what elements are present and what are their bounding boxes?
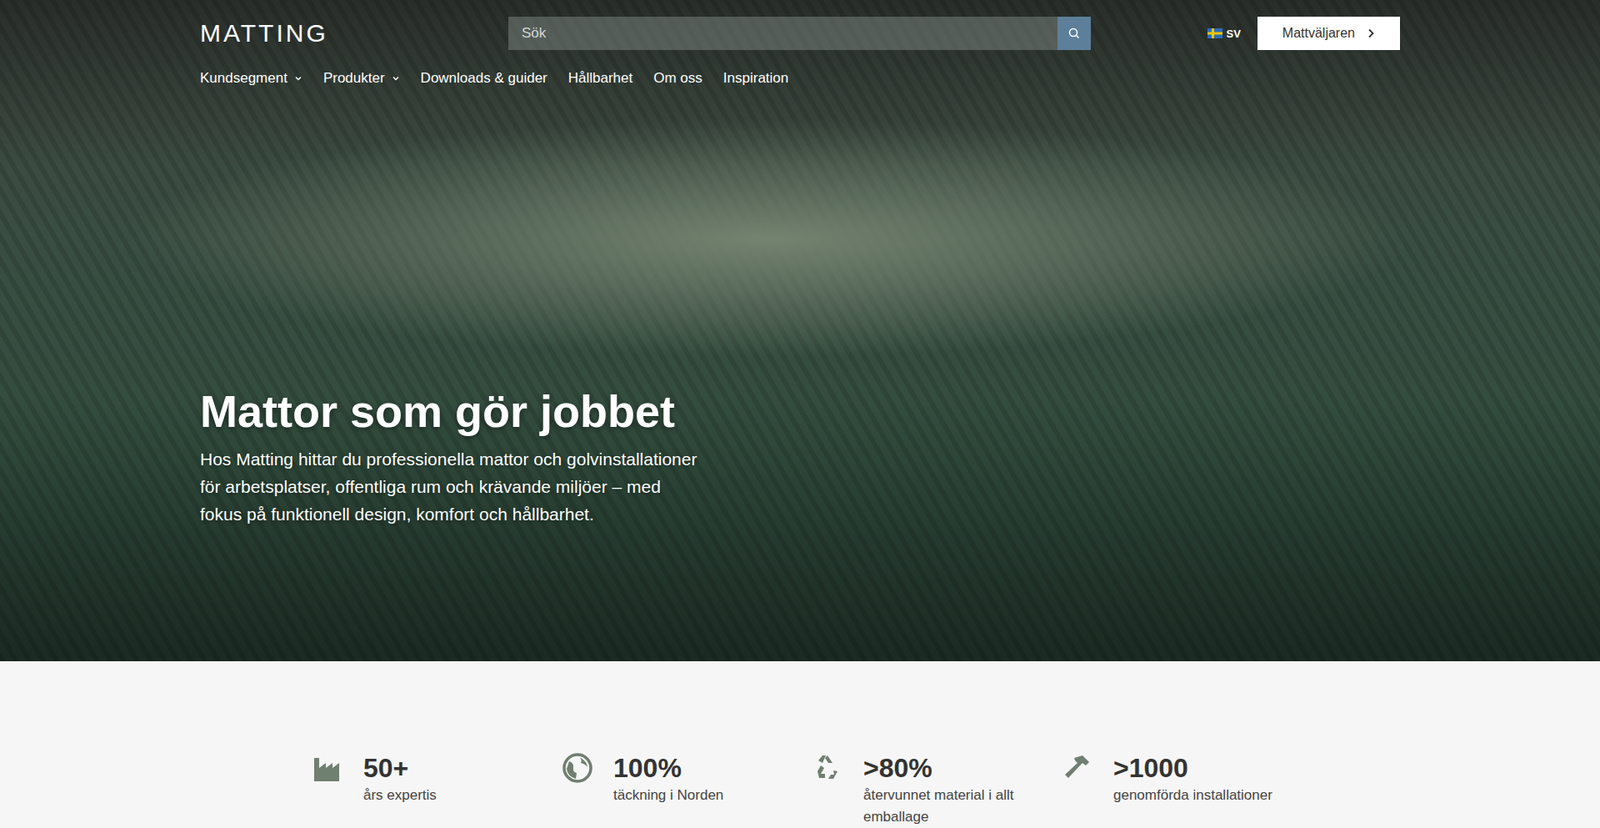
stat-item: >80% återvunnet material i allt emballag… (810, 750, 1061, 828)
stat-label: återvunnet material i allt emballage (863, 784, 1047, 828)
swedish-flag-icon (1207, 28, 1223, 39)
stat-item: 50+ års expertis (310, 750, 561, 828)
nav-item[interactable]: Produkter (323, 70, 400, 87)
stat-item: 100% täckning i Norden (560, 750, 811, 828)
header-actions: SV Mattväljaren (1090, 16, 1400, 50)
hero-title: Mattor som gör jobbet (200, 385, 1400, 437)
search-bar (508, 16, 1091, 50)
language-code: SV (1226, 27, 1241, 40)
nav-item[interactable]: Kundsegment (200, 70, 303, 87)
header: MATTING SV Mattväljaren (200, 0, 1400, 50)
main-nav: Kundsegment Produkter Downloads & guider… (200, 70, 1400, 87)
language-selector[interactable]: SV (1207, 27, 1241, 40)
nav-item[interactable]: Downloads & guider (420, 70, 548, 87)
factory-icon (310, 750, 345, 785)
stat-label: täckning i Norden (613, 784, 724, 806)
search-icon (1068, 27, 1080, 40)
stats-section: 50+ års expertis 100% täckning i Norden … (0, 660, 1600, 828)
page: MATTING SV Mattväljaren Kundsegment Prod… (0, 0, 1600, 828)
stat-item: >1000 genomförda installationer (1060, 750, 1311, 828)
stat-value: >80% (863, 750, 1047, 785)
nav-item[interactable]: Om oss (653, 70, 703, 87)
chevron-right-icon (1366, 28, 1375, 39)
hero-photo (0, 0, 1600, 661)
recycle-icon (810, 750, 845, 785)
hammer-icon (1060, 750, 1095, 785)
logo[interactable]: MATTING (200, 19, 509, 48)
search-button[interactable] (1057, 16, 1091, 50)
globe-icon (560, 750, 595, 785)
nav-item[interactable]: Inspiration (723, 70, 789, 87)
hero-copy: Mattor som gör jobbet Hos Matting hittar… (200, 385, 1400, 661)
chevron-down-icon (391, 75, 400, 82)
stat-value: 100% (613, 750, 724, 785)
hero-text: Hos Matting hittar du professionella mat… (200, 445, 700, 528)
nav-item[interactable]: Hållbarhet (568, 70, 634, 87)
chevron-down-icon (294, 75, 303, 82)
search-input[interactable] (508, 16, 1058, 50)
stat-value: >1000 (1113, 750, 1273, 785)
mattvaljaren-button[interactable]: Mattväljaren (1257, 16, 1400, 50)
stat-label: års expertis (363, 784, 437, 806)
hero: MATTING SV Mattväljaren Kundsegment Prod… (0, 0, 1600, 661)
stat-label: genomförda installationer (1113, 784, 1273, 806)
stat-value: 50+ (363, 750, 437, 785)
